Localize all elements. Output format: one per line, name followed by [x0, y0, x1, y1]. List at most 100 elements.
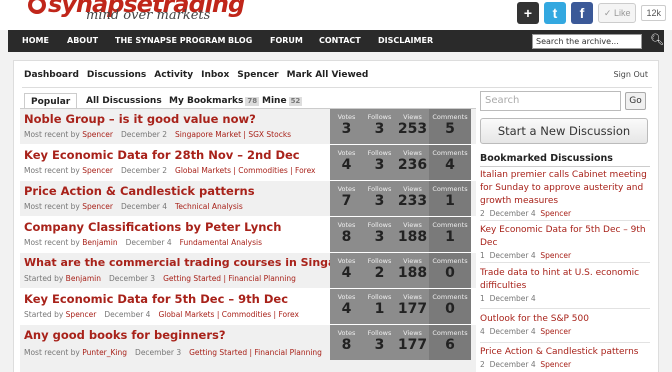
discussion-title[interactable]: Company Classifications by Peter Lynch [24, 220, 281, 234]
discussion-row[interactable]: What are the commercial trading courses … [20, 253, 476, 289]
bookmark-user-link[interactable]: Spencer [540, 360, 571, 369]
like-count: 12k [641, 5, 666, 21]
votes-stat: Votes 4 [330, 289, 363, 324]
start-new-discussion-button[interactable]: Start a New Discussion [480, 118, 648, 144]
discussion-row[interactable]: Company Classifications by Peter Lynch M… [20, 217, 476, 253]
votes-stat: Votes 4 [330, 253, 363, 288]
discussion-user-link[interactable]: Benjamin [66, 274, 101, 283]
discussion-row[interactable]: Key Economic Data for 5th Dec – 9th Dec … [20, 289, 476, 325]
discussion-title[interactable]: Any good books for beginners? [24, 328, 226, 342]
votes-stat: Votes 7 [330, 181, 363, 216]
bookmark-user-link[interactable]: Spencer [540, 209, 571, 218]
facebook-button[interactable]: f [570, 2, 593, 24]
twitter-button[interactable]: t [543, 2, 566, 24]
comments-stat: Comments 0 [429, 289, 471, 324]
nav-home[interactable]: HOME [22, 30, 49, 52]
discussion-categories[interactable]: Global Markets | Commodities | Forex [158, 310, 298, 319]
divider [480, 308, 650, 309]
bookmark-meta: 1 December 4 [480, 294, 536, 303]
nav-contact[interactable]: CONTACT [319, 30, 361, 52]
discussion-title[interactable]: Price Action & Candlestick patterns [24, 184, 255, 198]
views-stat: Views 188 [396, 217, 429, 252]
discussion-categories[interactable]: Technical Analysis [175, 202, 243, 211]
forum-panel: Dashboard Discussions Activity Inbox Spencer… [13, 60, 659, 372]
nav-disclaimer[interactable]: DISCLAIMER [378, 30, 433, 52]
tab-popular[interactable]: Popular [24, 93, 78, 109]
follows-stat: Follows 3 [363, 181, 396, 216]
tab-my-bookmarks[interactable]: My Bookmarks 78 [169, 93, 260, 109]
search-icon[interactable]: 🔍︎ [650, 33, 664, 46]
discussion-title[interactable]: Noble Group – is it good value now? [24, 112, 256, 126]
discussion-user-link[interactable]: Spencer [66, 310, 97, 319]
tab-all-discussions[interactable]: All Discussions [86, 93, 162, 109]
nav-forum[interactable]: FORUM [270, 30, 303, 52]
bookmark-title[interactable]: Key Economic Data for 5th Dec – 9th Dec [480, 224, 650, 250]
bookmark-title[interactable]: Outlook for the S&P 500 [480, 313, 650, 326]
subnav-mark-all-viewed[interactable]: Mark All Viewed [287, 70, 369, 80]
nav-blog[interactable]: BLOG [228, 30, 252, 52]
discussion-title[interactable]: What are the commercial trading courses … [24, 256, 370, 269]
discussion-meta: Most recent by Punter_King December 3 Gett… [24, 348, 322, 357]
discussion-row[interactable]: Noble Group – is it good value now? Most… [20, 109, 476, 145]
follows-stat: Follows 3 [363, 217, 396, 252]
discussion-stats: Votes 8 Follows 3 Views 177 Comments 6 [330, 325, 471, 360]
bookmark-title[interactable]: Price Action & Candlestick patterns [480, 346, 650, 359]
nav-synapse-program[interactable]: THE SYNAPSE PROGRAM [115, 30, 225, 52]
bookmark-meta: 4 December 4 Spencer [480, 327, 572, 336]
divider [480, 342, 650, 343]
search-go-button[interactable]: Go [625, 92, 646, 110]
like-button[interactable]: ✓ Like [597, 3, 637, 23]
bookmark-meta: 2 December 4 Spencer [480, 360, 572, 369]
discussion-user-link[interactable]: Spencer [82, 130, 113, 139]
subnav-dashboard[interactable]: Dashboard [24, 70, 79, 80]
bookmark-title[interactable]: Italian premier calls Cabinet meeting fo… [480, 169, 650, 208]
discussion-row[interactable]: Any good books for beginners? Most recen… [20, 325, 476, 372]
discussion-user-link[interactable]: Benjamin [82, 238, 117, 247]
follows-stat: Follows 3 [363, 109, 396, 144]
subnav-discussions[interactable]: Discussions [87, 70, 146, 80]
sign-out-link[interactable]: Sign Out [614, 70, 649, 79]
discussion-title[interactable]: Key Economic Data for 5th Dec – 9th Dec [24, 292, 288, 306]
discussion-categories[interactable]: Fundamental Analysis [180, 238, 262, 247]
follows-stat: Follows 3 [363, 325, 396, 360]
google-plus-button[interactable]: + [516, 2, 539, 24]
discussion-stats: Votes 3 Follows 3 Views 253 Comments 5 [330, 109, 471, 144]
bookmark-user-link[interactable]: Spencer [540, 327, 571, 336]
subnav-activity[interactable]: Activity [154, 70, 193, 80]
discussion-categories[interactable]: Singapore Market | SGX Stocks [175, 130, 291, 139]
discussion-tabs: Popular All Discussions My Bookmarks 78 M… [24, 93, 476, 109]
bookmarked-discussions-heading: Bookmarked Discussions [480, 153, 613, 164]
views-stat: Views 233 [396, 181, 429, 216]
discussion-meta: Most recent by Spencer December 2 Global M… [24, 166, 316, 175]
bookmark-item[interactable]: Key Economic Data for 5th Dec – 9th Dec … [480, 224, 650, 260]
views-stat: Views 177 [396, 325, 429, 360]
forum-search-input[interactable]: Search [480, 91, 621, 111]
discussion-meta: Started by Spencer December 4 Global Marke… [24, 310, 299, 319]
tab-mine[interactable]: Mine 52 [262, 93, 303, 109]
discussion-categories[interactable]: Getting Started | Financial Planning [163, 274, 296, 283]
nav-about[interactable]: ABOUT [67, 30, 98, 52]
bookmark-user-link[interactable]: Spencer [540, 251, 571, 260]
comments-stat: Comments 4 [429, 145, 471, 180]
bookmark-item[interactable]: Trade data to hint at U.S. economic diff… [480, 267, 650, 303]
discussion-categories[interactable]: Getting Started | Financial Planning [189, 348, 322, 357]
bookmark-item[interactable]: Price Action & Candlestick patterns 2 De… [480, 346, 650, 369]
subnav-inbox[interactable]: Inbox [201, 70, 229, 80]
discussion-user-link[interactable]: Spencer [82, 202, 113, 211]
views-stat: Views 236 [396, 145, 429, 180]
discussion-user-link[interactable]: Punter_King [82, 348, 127, 357]
subnav-profile[interactable]: Spencer [237, 70, 278, 80]
discussion-categories[interactable]: Global Markets | Commodities | Forex [175, 166, 315, 175]
bookmark-item[interactable]: Italian premier calls Cabinet meeting fo… [480, 169, 650, 218]
discussion-user-link[interactable]: Spencer [82, 166, 113, 175]
bookmark-item[interactable]: Outlook for the S&P 500 4 December 4 Spe… [480, 313, 650, 336]
discussion-title[interactable]: Key Economic Data for 28th Nov – 2nd Dec [24, 148, 300, 162]
bookmark-meta: 1 December 4 Spencer [480, 251, 572, 260]
votes-stat: Votes 3 [330, 109, 363, 144]
archive-search-input[interactable]: Search the archive... [532, 34, 642, 49]
bookmark-title[interactable]: Trade data to hint at U.S. economic diff… [480, 267, 650, 293]
divider [480, 262, 650, 263]
views-stat: Views 188 [396, 253, 429, 288]
discussion-row[interactable]: Key Economic Data for 28th Nov – 2nd Dec… [20, 145, 476, 181]
discussion-row[interactable]: Price Action & Candlestick patterns Most… [20, 181, 476, 217]
